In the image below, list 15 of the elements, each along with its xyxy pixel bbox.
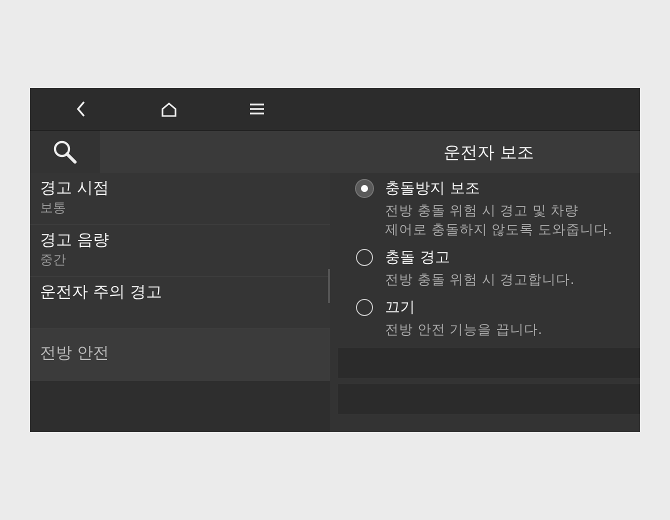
- search-button[interactable]: [30, 131, 100, 173]
- option-description: 전방 충돌 위험 시 경고합니다.: [384, 271, 576, 290]
- option-description: 전방 안전 기능을 끕니다.: [384, 321, 544, 340]
- home-icon: [161, 102, 177, 116]
- option-label: 충돌방지 보조: [385, 178, 480, 199]
- menu-icon: [250, 103, 264, 115]
- back-icon: [76, 101, 86, 117]
- section-header: 전방 안전: [30, 329, 330, 381]
- search-icon: [53, 140, 77, 164]
- screen-title: 운전자 보조: [444, 142, 534, 164]
- scrollbar: [328, 269, 330, 303]
- radio-button[interactable]: [356, 180, 373, 196]
- option-label: 끄기: [385, 297, 415, 318]
- option-label: 충돌 경고: [385, 247, 450, 268]
- option-description: 전방 충돌 위험 시 경고 및 차량 제어로 충돌하지 않도록 도와줍니다.: [384, 202, 614, 240]
